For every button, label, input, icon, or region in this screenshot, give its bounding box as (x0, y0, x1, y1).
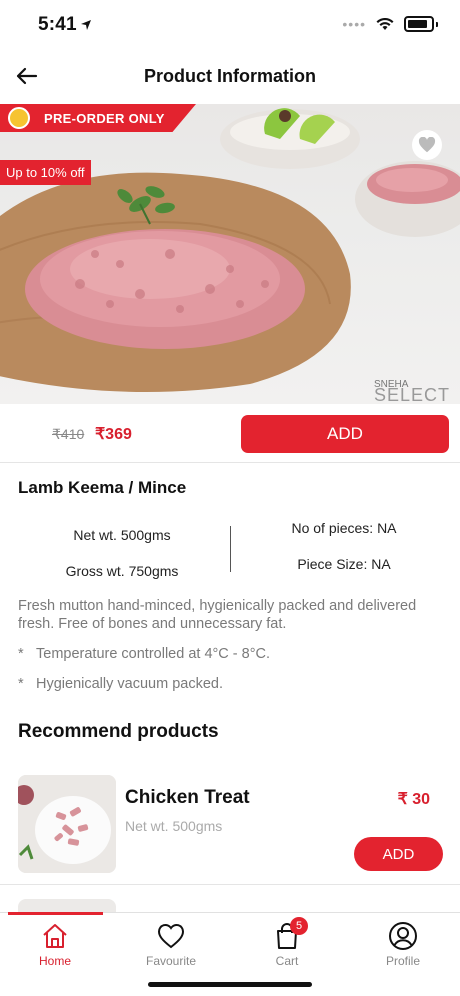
home-icon (43, 924, 67, 948)
brand-watermark: SNEHA SELECT (373, 379, 450, 404)
feature-bullet: * Temperature controlled at 4°C - 8°C. (18, 646, 271, 662)
tab-label: Home (38, 954, 71, 968)
cart-count-badge: 5 (290, 917, 308, 935)
location-arrow-icon (81, 20, 91, 30)
spec-divider (230, 526, 231, 572)
home-indicator (148, 982, 312, 987)
heart-icon (157, 923, 185, 949)
brand-logo-icon (8, 107, 30, 129)
recommended-product-price: ₹ 30 (397, 791, 430, 808)
active-tab-indicator (8, 912, 103, 915)
tab-label: Cart (275, 954, 299, 968)
pieces-count: No of pieces: NA (291, 520, 397, 536)
feature-bullet: * Hygienically vacuum packed. (18, 676, 223, 692)
product-description: Fresh mutton hand-minced, hygienically p… (18, 598, 417, 632)
gross-weight: Gross wt. 750gms (65, 563, 179, 579)
net-weight: Net wt. 500gms (73, 527, 171, 543)
product-photo-illustration (0, 108, 460, 392)
wifi-icon (376, 17, 394, 30)
tab-home[interactable]: Home (15, 921, 95, 968)
profile-icon (389, 922, 417, 950)
page-title: Product Information (144, 66, 316, 86)
product-image: PRE-ORDER ONLY Up to 10% off SNEHA SELEC… (0, 104, 460, 404)
product-information-screen: 5:41 •••• Product Information PRE-ORDER … (0, 0, 460, 996)
recommended-product-name: Chicken Treat (125, 787, 250, 808)
add-to-cart-button[interactable]: ADD (241, 415, 449, 453)
battery-icon (404, 16, 434, 32)
product-name: Lamb Keema / Mince (18, 478, 187, 497)
status-icons: •••• (342, 16, 438, 32)
tab-label: Profile (385, 954, 420, 968)
recommended-product-image (18, 775, 116, 873)
tab-profile[interactable]: Profile (363, 921, 443, 968)
recommended-product-card[interactable]: Chicken Treat Net wt. 500gms ₹ 30 ADD (0, 770, 460, 885)
preorder-badge: PRE-ORDER ONLY (0, 104, 196, 132)
piece-size: Piece Size: NA (297, 556, 391, 572)
status-bar: 5:41 •••• (0, 0, 460, 50)
tab-favourite[interactable]: Favourite (131, 921, 211, 968)
offer-badge: Up to 10% off (0, 160, 91, 185)
tab-cart[interactable]: 5 Cart (247, 917, 327, 968)
signal-icon: •••• (342, 16, 366, 32)
heart-icon (418, 137, 436, 153)
favourite-toggle-button[interactable] (412, 130, 442, 160)
status-time: 5:41 (38, 14, 77, 35)
price-row: ₹410 ₹369 ADD (0, 404, 460, 463)
recommended-section-title: Recommend products (18, 721, 219, 742)
header: Product Information (0, 52, 460, 102)
original-price: ₹410 (52, 426, 85, 442)
tab-label: Favourite (145, 954, 197, 968)
preorder-label: PRE-ORDER ONLY (44, 110, 165, 126)
recommended-add-button[interactable]: ADD (354, 837, 443, 871)
recommended-product-weight: Net wt. 500gms (125, 818, 223, 834)
sale-price: ₹369 (95, 426, 132, 443)
next-recommended-card-peek (18, 899, 116, 913)
